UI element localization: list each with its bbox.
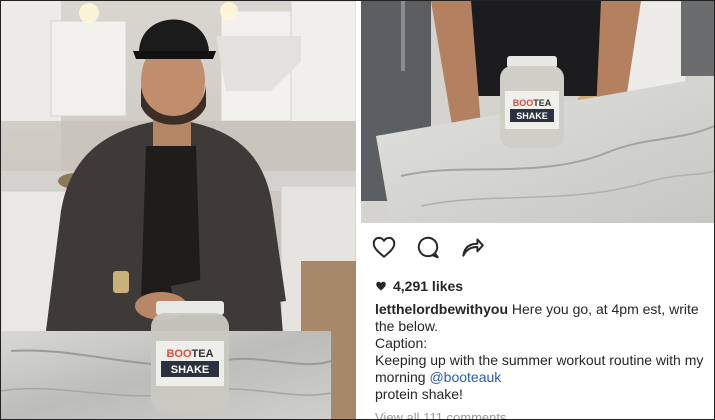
- heart-icon[interactable]: [371, 234, 397, 260]
- mention-link[interactable]: @booteauk: [429, 369, 501, 385]
- post-caption: letthelordbewithyou Here you go, at 4pm …: [375, 301, 711, 403]
- svg-text:SHAKE: SHAKE: [171, 364, 210, 376]
- username-link[interactable]: letthelordbewithyou: [375, 301, 508, 317]
- right-photo: BOOTEA SHAKE: [361, 1, 714, 223]
- likes-row: 4,291 likes: [375, 278, 463, 294]
- caption-line-3: Keeping up with the summer workout routi…: [375, 352, 704, 385]
- left-photo: BOOTEA SHAKE: [1, 1, 356, 419]
- share-icon[interactable]: [459, 234, 485, 260]
- svg-text:SHAKE: SHAKE: [516, 111, 548, 121]
- action-bar: [371, 233, 485, 261]
- svg-text:BOOTEA: BOOTEA: [166, 348, 213, 360]
- svg-text:BOOTEA: BOOTEA: [513, 98, 552, 108]
- view-all-comments-link[interactable]: View all 111 comments: [375, 410, 507, 419]
- comment-icon[interactable]: [415, 234, 441, 260]
- collage-frame: BOOTEA SHAKE BOOTEA SHAKE 4,291 likes le…: [0, 0, 715, 420]
- filled-heart-icon: [376, 281, 386, 291]
- likes-count[interactable]: 4,291 likes: [393, 278, 463, 294]
- caption-line-4: protein shake!: [375, 386, 463, 402]
- caption-line-2: Caption:: [375, 335, 428, 351]
- post-panel: 4,291 likes letthelordbewithyou Here you…: [361, 223, 714, 419]
